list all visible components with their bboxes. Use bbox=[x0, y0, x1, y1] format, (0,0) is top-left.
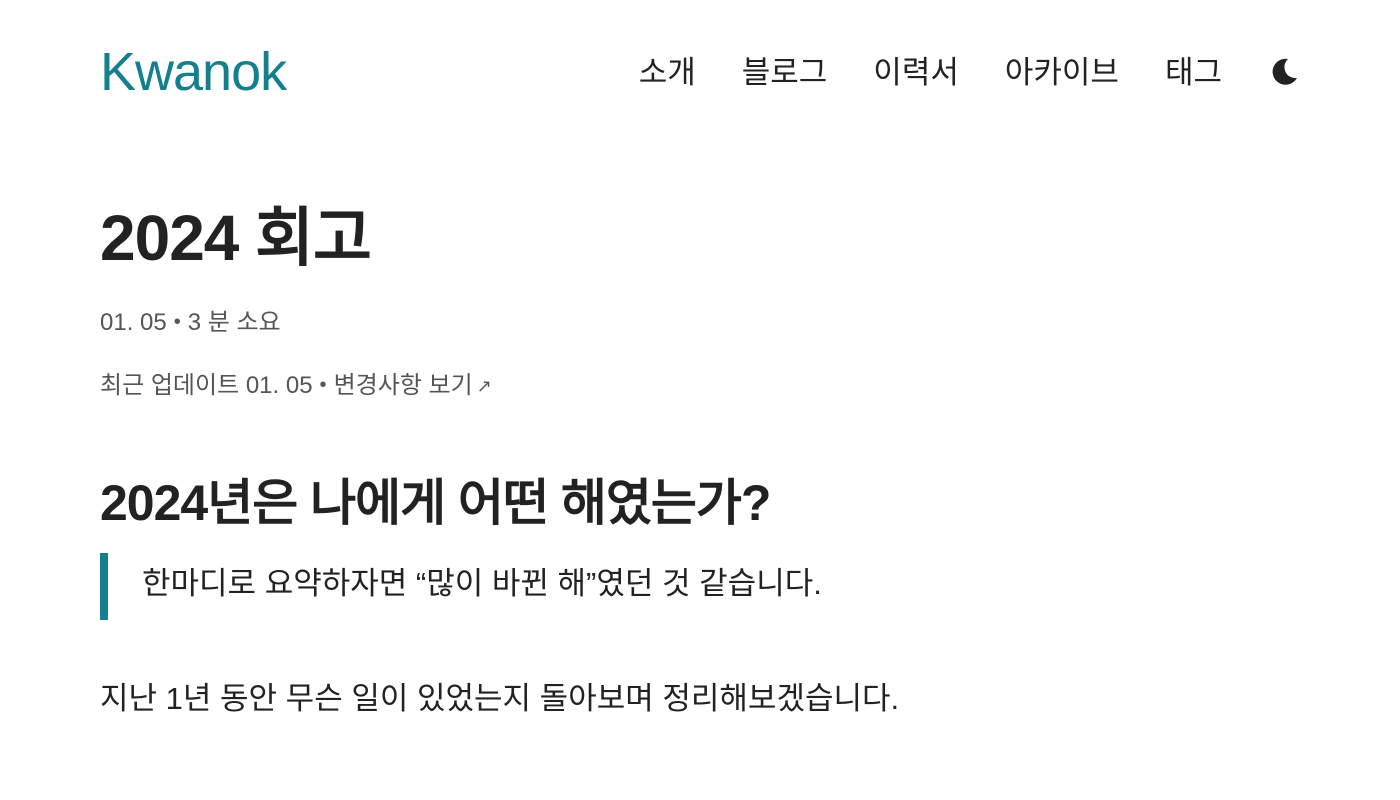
section-heading: 2024년은 나에게 어떤 해였는가? bbox=[100, 475, 771, 532]
nav-item-resume[interactable]: 이력서 bbox=[873, 57, 959, 88]
meta-separator: • bbox=[319, 373, 327, 396]
moon-icon bbox=[1272, 58, 1297, 85]
site-logo-link[interactable]: Kwanok bbox=[100, 45, 287, 99]
post-updated: 최근 업데이트 01. 05 • 변경사항 보기 ↗ bbox=[100, 370, 1300, 401]
nav-item-tags[interactable]: 태그 bbox=[1165, 57, 1222, 88]
post-date: 01. 05 bbox=[100, 308, 167, 336]
main-nav: 소개 블로그 이력서 아카이브 태그 bbox=[639, 56, 1300, 88]
theme-toggle-button[interactable] bbox=[1268, 56, 1300, 88]
nav-item-about[interactable]: 소개 bbox=[639, 57, 696, 88]
blockquote: 한마디로 요약하자면 “많이 바뀐 해”였던 것 같습니다. bbox=[100, 553, 1300, 620]
view-changes-label: 변경사항 보기 bbox=[333, 371, 473, 399]
body-paragraph: 지난 1년 동안 무슨 일이 있었는지 돌아보며 정리해보겠습니다. bbox=[100, 680, 900, 716]
arrow-up-right-icon: ↗ bbox=[476, 375, 492, 396]
site-header: Kwanok 소개 블로그 이력서 아카이브 태그 bbox=[100, 36, 1300, 108]
nav-item-blog[interactable]: 블로그 bbox=[742, 57, 828, 88]
updated-label: 최근 업데이트 01. 05 bbox=[100, 371, 313, 399]
post-title: 2024 회고 bbox=[100, 202, 372, 274]
meta-separator: • bbox=[173, 310, 181, 333]
page: Kwanok 소개 블로그 이력서 아카이브 태그 2024 회고 01. 05… bbox=[0, 0, 1400, 800]
post-meta: 01. 05 • 3 분 소요 bbox=[100, 307, 1300, 338]
article: 2024 회고 01. 05 • 3 분 소요 최근 업데이트 01. 05 • 변경사… bbox=[100, 200, 1300, 722]
view-changes-link[interactable]: 변경사항 보기 ↗ bbox=[334, 372, 492, 399]
nav-item-archive[interactable]: 아카이브 bbox=[1005, 57, 1119, 88]
reading-time: 3 분 소요 bbox=[187, 308, 281, 336]
